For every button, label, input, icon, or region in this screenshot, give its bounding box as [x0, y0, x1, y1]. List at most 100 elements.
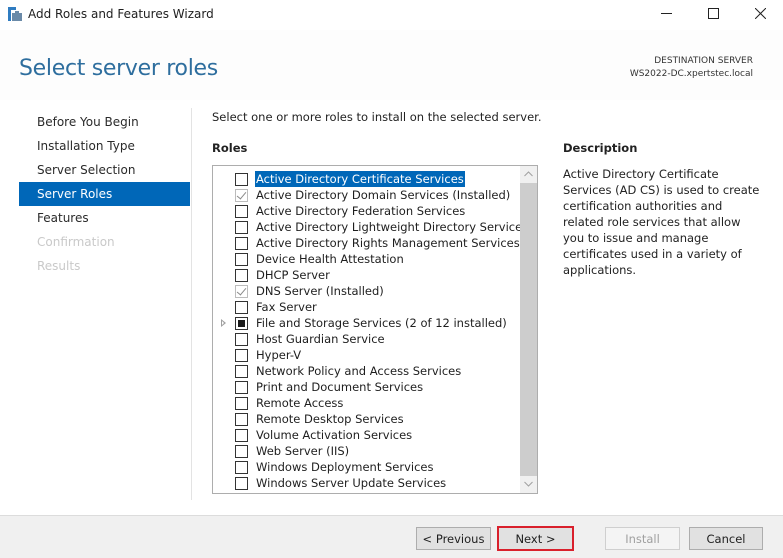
role-item[interactable]: Network Policy and Access Services	[213, 363, 519, 379]
role-checkbox[interactable]	[235, 253, 248, 266]
role-label[interactable]: DNS Server (Installed)	[255, 283, 385, 299]
maximize-icon	[707, 7, 719, 23]
role-checkbox	[235, 189, 248, 202]
role-label[interactable]: File and Storage Services (2 of 12 insta…	[255, 315, 508, 331]
nav-divider	[191, 108, 192, 500]
role-label[interactable]: Remote Desktop Services	[255, 411, 405, 427]
role-checkbox[interactable]	[235, 301, 248, 314]
role-item[interactable]: Web Server (IIS)	[213, 443, 519, 459]
role-label[interactable]: Web Server (IIS)	[255, 443, 350, 459]
chevron-up-icon	[524, 170, 533, 180]
role-checkbox[interactable]	[235, 221, 248, 234]
role-item[interactable]: Hyper-V	[213, 347, 519, 363]
destination-server-label: DESTINATION SERVER	[654, 56, 753, 66]
role-checkbox[interactable]	[235, 413, 248, 426]
role-item[interactable]: Remote Desktop Services	[213, 411, 519, 427]
role-label[interactable]: Active Directory Rights Management Servi…	[255, 235, 521, 251]
role-label[interactable]: Device Health Attestation	[255, 251, 405, 267]
role-label[interactable]: Windows Deployment Services	[255, 459, 434, 475]
role-label[interactable]: Host Guardian Service	[255, 331, 386, 347]
role-checkbox[interactable]	[235, 317, 248, 330]
wizard-nav: Before You Begin Installation Type Serve…	[19, 110, 190, 278]
role-checkbox[interactable]	[235, 381, 248, 394]
title-bar: Add Roles and Features Wizard	[0, 0, 783, 30]
role-label[interactable]: Hyper-V	[255, 347, 302, 363]
scroll-thumb[interactable]	[520, 183, 537, 476]
minimize-button[interactable]	[643, 0, 689, 30]
page-title: Select server roles	[19, 56, 218, 81]
role-label[interactable]: Active Directory Certificate Services	[255, 171, 465, 187]
role-checkbox[interactable]	[235, 269, 248, 282]
cancel-button[interactable]: Cancel	[689, 527, 763, 550]
server-manager-icon	[8, 7, 22, 21]
instruction-text: Select one or more roles to install on t…	[212, 110, 542, 124]
role-item[interactable]: Fax Server	[213, 299, 519, 315]
next-button[interactable]: Next >	[497, 526, 574, 551]
wizard-footer: < Previous Next > Install Cancel	[0, 515, 783, 558]
role-checkbox[interactable]	[235, 237, 248, 250]
role-checkbox[interactable]	[235, 461, 248, 474]
role-label[interactable]: Active Directory Federation Services	[255, 203, 466, 219]
close-icon	[754, 7, 766, 23]
chevron-down-icon	[524, 480, 533, 490]
description-heading: Description	[563, 141, 638, 155]
scroll-down-button[interactable]	[520, 476, 537, 493]
role-item[interactable]: Device Health Attestation	[213, 251, 519, 267]
role-checkbox[interactable]	[235, 477, 248, 490]
role-label[interactable]: Active Directory Lightweight Directory S…	[255, 219, 529, 235]
role-label[interactable]: Active Directory Domain Services (Instal…	[255, 187, 511, 203]
role-label[interactable]: Network Policy and Access Services	[255, 363, 462, 379]
window-title: Add Roles and Features Wizard	[28, 7, 214, 21]
nav-item-installation-type[interactable]: Installation Type	[19, 134, 190, 158]
role-checkbox	[235, 285, 248, 298]
role-item[interactable]: Active Directory Rights Management Servi…	[213, 235, 521, 251]
roles-list: Active Directory Certificate Services Act…	[213, 171, 528, 491]
maximize-button[interactable]	[690, 0, 736, 30]
role-checkbox[interactable]	[235, 333, 248, 346]
nav-item-results: Results	[37, 259, 81, 273]
roles-scrollbar[interactable]	[520, 166, 537, 493]
role-item[interactable]: Windows Server Update Services	[213, 475, 519, 491]
wizard-header: Select server roles DESTINATION SERVER W…	[0, 30, 783, 100]
minimize-icon	[660, 7, 672, 23]
install-button: Install	[605, 527, 680, 550]
description-text: Active Directory Certificate Services (A…	[563, 167, 760, 277]
nav-item-before-you-begin[interactable]: Before You Begin	[19, 110, 190, 134]
role-checkbox[interactable]	[235, 205, 248, 218]
role-label[interactable]: Volume Activation Services	[255, 427, 413, 443]
role-label[interactable]: Print and Document Services	[255, 379, 424, 395]
role-item[interactable]: Print and Document Services	[213, 379, 519, 395]
role-label[interactable]: Fax Server	[255, 299, 318, 315]
role-checkbox[interactable]	[235, 397, 248, 410]
role-label[interactable]: Remote Access	[255, 395, 344, 411]
role-label[interactable]: Windows Server Update Services	[255, 475, 447, 491]
destination-server-name: WS2022-DC.xpertstec.local	[629, 69, 753, 79]
role-item[interactable]: Active Directory Federation Services	[213, 203, 519, 219]
role-item[interactable]: Host Guardian Service	[213, 331, 519, 347]
role-checkbox[interactable]	[235, 349, 248, 362]
nav-item-confirmation: Confirmation	[37, 235, 115, 249]
role-checkbox[interactable]	[235, 365, 248, 378]
role-item[interactable]: Remote Access	[213, 395, 519, 411]
previous-button[interactable]: < Previous	[416, 527, 491, 550]
close-button[interactable]	[737, 0, 783, 30]
role-label[interactable]: DHCP Server	[255, 267, 331, 283]
role-checkbox[interactable]	[235, 429, 248, 442]
role-item[interactable]: Windows Deployment Services	[213, 459, 519, 475]
role-item[interactable]: DNS Server (Installed)	[213, 283, 519, 299]
nav-item-server-roles[interactable]: Server Roles	[19, 182, 190, 206]
nav-item-server-selection[interactable]: Server Selection	[19, 158, 190, 182]
scroll-up-button[interactable]	[520, 166, 537, 183]
role-checkbox[interactable]	[235, 445, 248, 458]
role-item[interactable]: Volume Activation Services	[213, 427, 519, 443]
role-checkbox[interactable]	[235, 173, 248, 186]
role-item[interactable]: File and Storage Services (2 of 12 insta…	[213, 315, 519, 331]
role-item[interactable]: Active Directory Lightweight Directory S…	[213, 219, 528, 235]
roles-list-box[interactable]: Active Directory Certificate Services Act…	[212, 165, 538, 494]
roles-heading: Roles	[212, 141, 248, 155]
role-item[interactable]: Active Directory Domain Services (Instal…	[213, 187, 519, 203]
role-item[interactable]: DHCP Server	[213, 267, 519, 283]
nav-item-features[interactable]: Features	[19, 206, 190, 230]
expand-arrow-icon[interactable]	[221, 319, 226, 327]
role-item[interactable]: Active Directory Certificate Services	[213, 171, 519, 187]
